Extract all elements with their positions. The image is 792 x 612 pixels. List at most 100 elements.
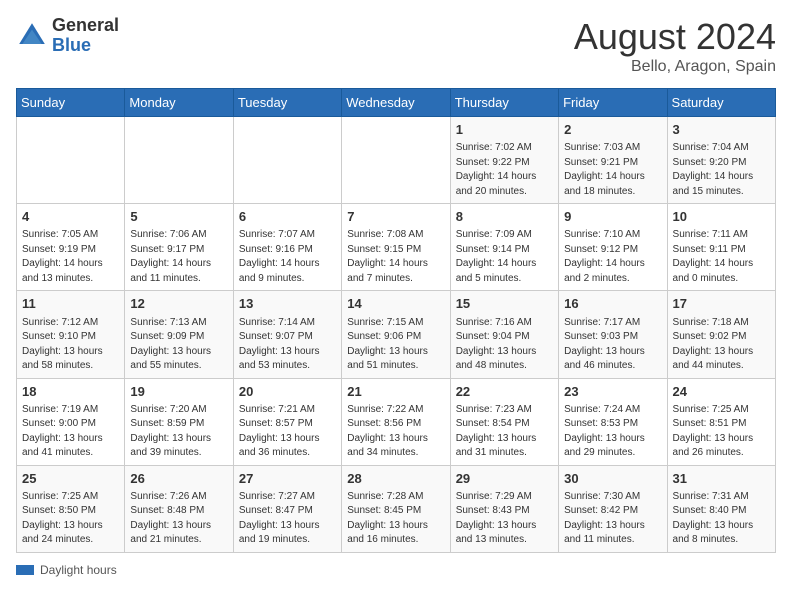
day-info: Sunrise: 7:13 AM Sunset: 9:09 PM Dayligh… [130,316,227,374]
day-cell: 7 Sunrise: 7:08 AM Sunset: 9:15 PM Daylig… [342,204,450,291]
day-info: Sunrise: 7:23 AM Sunset: 8:54 PM Dayligh… [456,403,553,461]
day-number: 14 [347,295,444,313]
day-cell: 6Sunrise: 7:07 AM Sunset: 9:16 PM Daylig… [233,204,341,291]
day-info: Sunrise: 7:06 AM Sunset: 9:17 PM Dayligh… [130,228,227,286]
day-number: 13 [239,295,336,313]
day-number: 23 [564,383,661,401]
day-number: 11 [22,295,119,313]
col-wednesday: Wednesday [342,89,450,117]
day-cell: 21 Sunrise: 7:22 AM Sunset: 8:56 PM Dayli… [342,378,450,465]
day-cell: 16 Sunrise: 7:17 AM Sunset: 9:03 PM Dayli… [559,291,667,378]
day-cell: 22 Sunrise: 7:23 AM Sunset: 8:54 PM Dayli… [450,378,558,465]
day-cell: 2 Sunrise: 7:03 AM Sunset: 9:21 PM Daylig… [559,117,667,204]
day-number: 2 [564,121,661,139]
month-year: August 2024 [574,16,776,58]
day-cell: 17 Sunrise: 7:18 AM Sunset: 9:02 PM Dayli… [667,291,775,378]
day-info: Sunrise: 7:22 AM Sunset: 8:56 PM Dayligh… [347,403,444,461]
footer-note: Daylight hours [16,563,776,577]
week-row-2: 4 Sunrise: 7:05 AM Sunset: 9:19 PM Daylig… [17,204,776,291]
day-cell: 31 Sunrise: 7:31 AM Sunset: 8:40 PM Dayli… [667,465,775,552]
day-number: 16 [564,295,661,313]
day-info: Sunrise: 7:28 AM Sunset: 8:45 PM Dayligh… [347,490,444,548]
day-number: 10 [673,208,770,226]
day-number: 18 [22,383,119,401]
day-info: Sunrise: 7:21 AM Sunset: 8:57 PM Dayligh… [239,403,336,461]
day-info: Sunrise: 7:19 AM Sunset: 9:00 PM Dayligh… [22,403,119,461]
day-cell: 28 Sunrise: 7:28 AM Sunset: 8:45 PM Dayli… [342,465,450,552]
daylight-bar-icon [16,565,34,575]
logo-blue: Blue [52,35,91,55]
day-cell [342,117,450,204]
day-cell: 26Sunrise: 7:26 AM Sunset: 8:48 PM Dayli… [125,465,233,552]
day-cell: 18 Sunrise: 7:19 AM Sunset: 9:00 PM Dayli… [17,378,125,465]
col-sunday: Sunday [17,89,125,117]
day-number: 8 [456,208,553,226]
day-info: Sunrise: 7:25 AM Sunset: 8:51 PM Dayligh… [673,403,770,461]
day-info: Sunrise: 7:02 AM Sunset: 9:22 PM Dayligh… [456,141,553,199]
day-info: Sunrise: 7:31 AM Sunset: 8:40 PM Dayligh… [673,490,770,548]
day-info: Sunrise: 7:03 AM Sunset: 9:21 PM Dayligh… [564,141,661,199]
day-number: 9 [564,208,661,226]
header-row: Sunday Monday Tuesday Wednesday Thursday… [17,89,776,117]
day-cell: 23 Sunrise: 7:24 AM Sunset: 8:53 PM Dayli… [559,378,667,465]
day-number: 30 [564,470,661,488]
day-info: Sunrise: 7:07 AM Sunset: 9:16 PM Dayligh… [239,228,336,286]
day-number: 28 [347,470,444,488]
day-info: Sunrise: 7:24 AM Sunset: 8:53 PM Dayligh… [564,403,661,461]
day-info: Sunrise: 7:08 AM Sunset: 9:15 PM Dayligh… [347,228,444,286]
header: General Blue August 2024 Bello, Aragon, … [16,16,776,76]
day-info: Sunrise: 7:17 AM Sunset: 9:03 PM Dayligh… [564,316,661,374]
day-cell: 11 Sunrise: 7:12 AM Sunset: 9:10 PM Dayli… [17,291,125,378]
col-tuesday: Tuesday [233,89,341,117]
day-info: Sunrise: 7:25 AM Sunset: 8:50 PM Dayligh… [22,490,119,548]
day-cell: 13 Sunrise: 7:14 AM Sunset: 9:07 PM Dayli… [233,291,341,378]
day-info: Sunrise: 7:05 AM Sunset: 9:19 PM Dayligh… [22,228,119,286]
day-cell: 9 Sunrise: 7:10 AM Sunset: 9:12 PM Daylig… [559,204,667,291]
week-row-5: 25 Sunrise: 7:25 AM Sunset: 8:50 PM Dayli… [17,465,776,552]
day-number: 27 [239,470,336,488]
title-section: August 2024 Bello, Aragon, Spain [574,16,776,76]
day-info: Sunrise: 7:04 AM Sunset: 9:20 PM Dayligh… [673,141,770,199]
day-info: Sunrise: 7:20 AM Sunset: 8:59 PM Dayligh… [130,403,227,461]
day-number: 4 [22,208,119,226]
day-cell: 5 Sunrise: 7:06 AM Sunset: 9:17 PM Daylig… [125,204,233,291]
logo-general: General [52,15,119,35]
generalblue-logo-icon [16,20,48,52]
col-saturday: Saturday [667,89,775,117]
week-row-3: 11 Sunrise: 7:12 AM Sunset: 9:10 PM Dayli… [17,291,776,378]
week-row-4: 18 Sunrise: 7:19 AM Sunset: 9:00 PM Dayli… [17,378,776,465]
day-number: 19 [130,383,227,401]
day-number: 21 [347,383,444,401]
calendar-table: Sunday Monday Tuesday Wednesday Thursday… [16,88,776,553]
day-number: 5 [130,208,227,226]
day-cell: 25 Sunrise: 7:25 AM Sunset: 8:50 PM Dayli… [17,465,125,552]
day-number: 25 [22,470,119,488]
day-info: Sunrise: 7:29 AM Sunset: 8:43 PM Dayligh… [456,490,553,548]
day-cell [125,117,233,204]
day-info: Sunrise: 7:27 AM Sunset: 8:47 PM Dayligh… [239,490,336,548]
day-cell: 29 Sunrise: 7:29 AM Sunset: 8:43 PM Dayli… [450,465,558,552]
day-info: Sunrise: 7:14 AM Sunset: 9:07 PM Dayligh… [239,316,336,374]
day-info: Sunrise: 7:18 AM Sunset: 9:02 PM Dayligh… [673,316,770,374]
day-info: Sunrise: 7:12 AM Sunset: 9:10 PM Dayligh… [22,316,119,374]
col-friday: Friday [559,89,667,117]
day-number: 3 [673,121,770,139]
location: Bello, Aragon, Spain [574,58,776,76]
day-number: 29 [456,470,553,488]
day-cell: 20 Sunrise: 7:21 AM Sunset: 8:57 PM Dayli… [233,378,341,465]
day-number: 15 [456,295,553,313]
day-number: 7 [347,208,444,226]
day-number: 17 [673,295,770,313]
day-info: Sunrise: 7:30 AM Sunset: 8:42 PM Dayligh… [564,490,661,548]
day-info: Sunrise: 7:10 AM Sunset: 9:12 PM Dayligh… [564,228,661,286]
day-number: 31 [673,470,770,488]
week-row-1: 1Sunrise: 7:02 AM Sunset: 9:22 PM Daylig… [17,117,776,204]
day-number: 22 [456,383,553,401]
day-cell: 8Sunrise: 7:09 AM Sunset: 9:14 PM Daylig… [450,204,558,291]
logo-text: General Blue [52,16,119,56]
day-cell: 24Sunrise: 7:25 AM Sunset: 8:51 PM Dayli… [667,378,775,465]
day-cell [17,117,125,204]
day-number: 20 [239,383,336,401]
day-number: 26 [130,470,227,488]
day-info: Sunrise: 7:15 AM Sunset: 9:06 PM Dayligh… [347,316,444,374]
